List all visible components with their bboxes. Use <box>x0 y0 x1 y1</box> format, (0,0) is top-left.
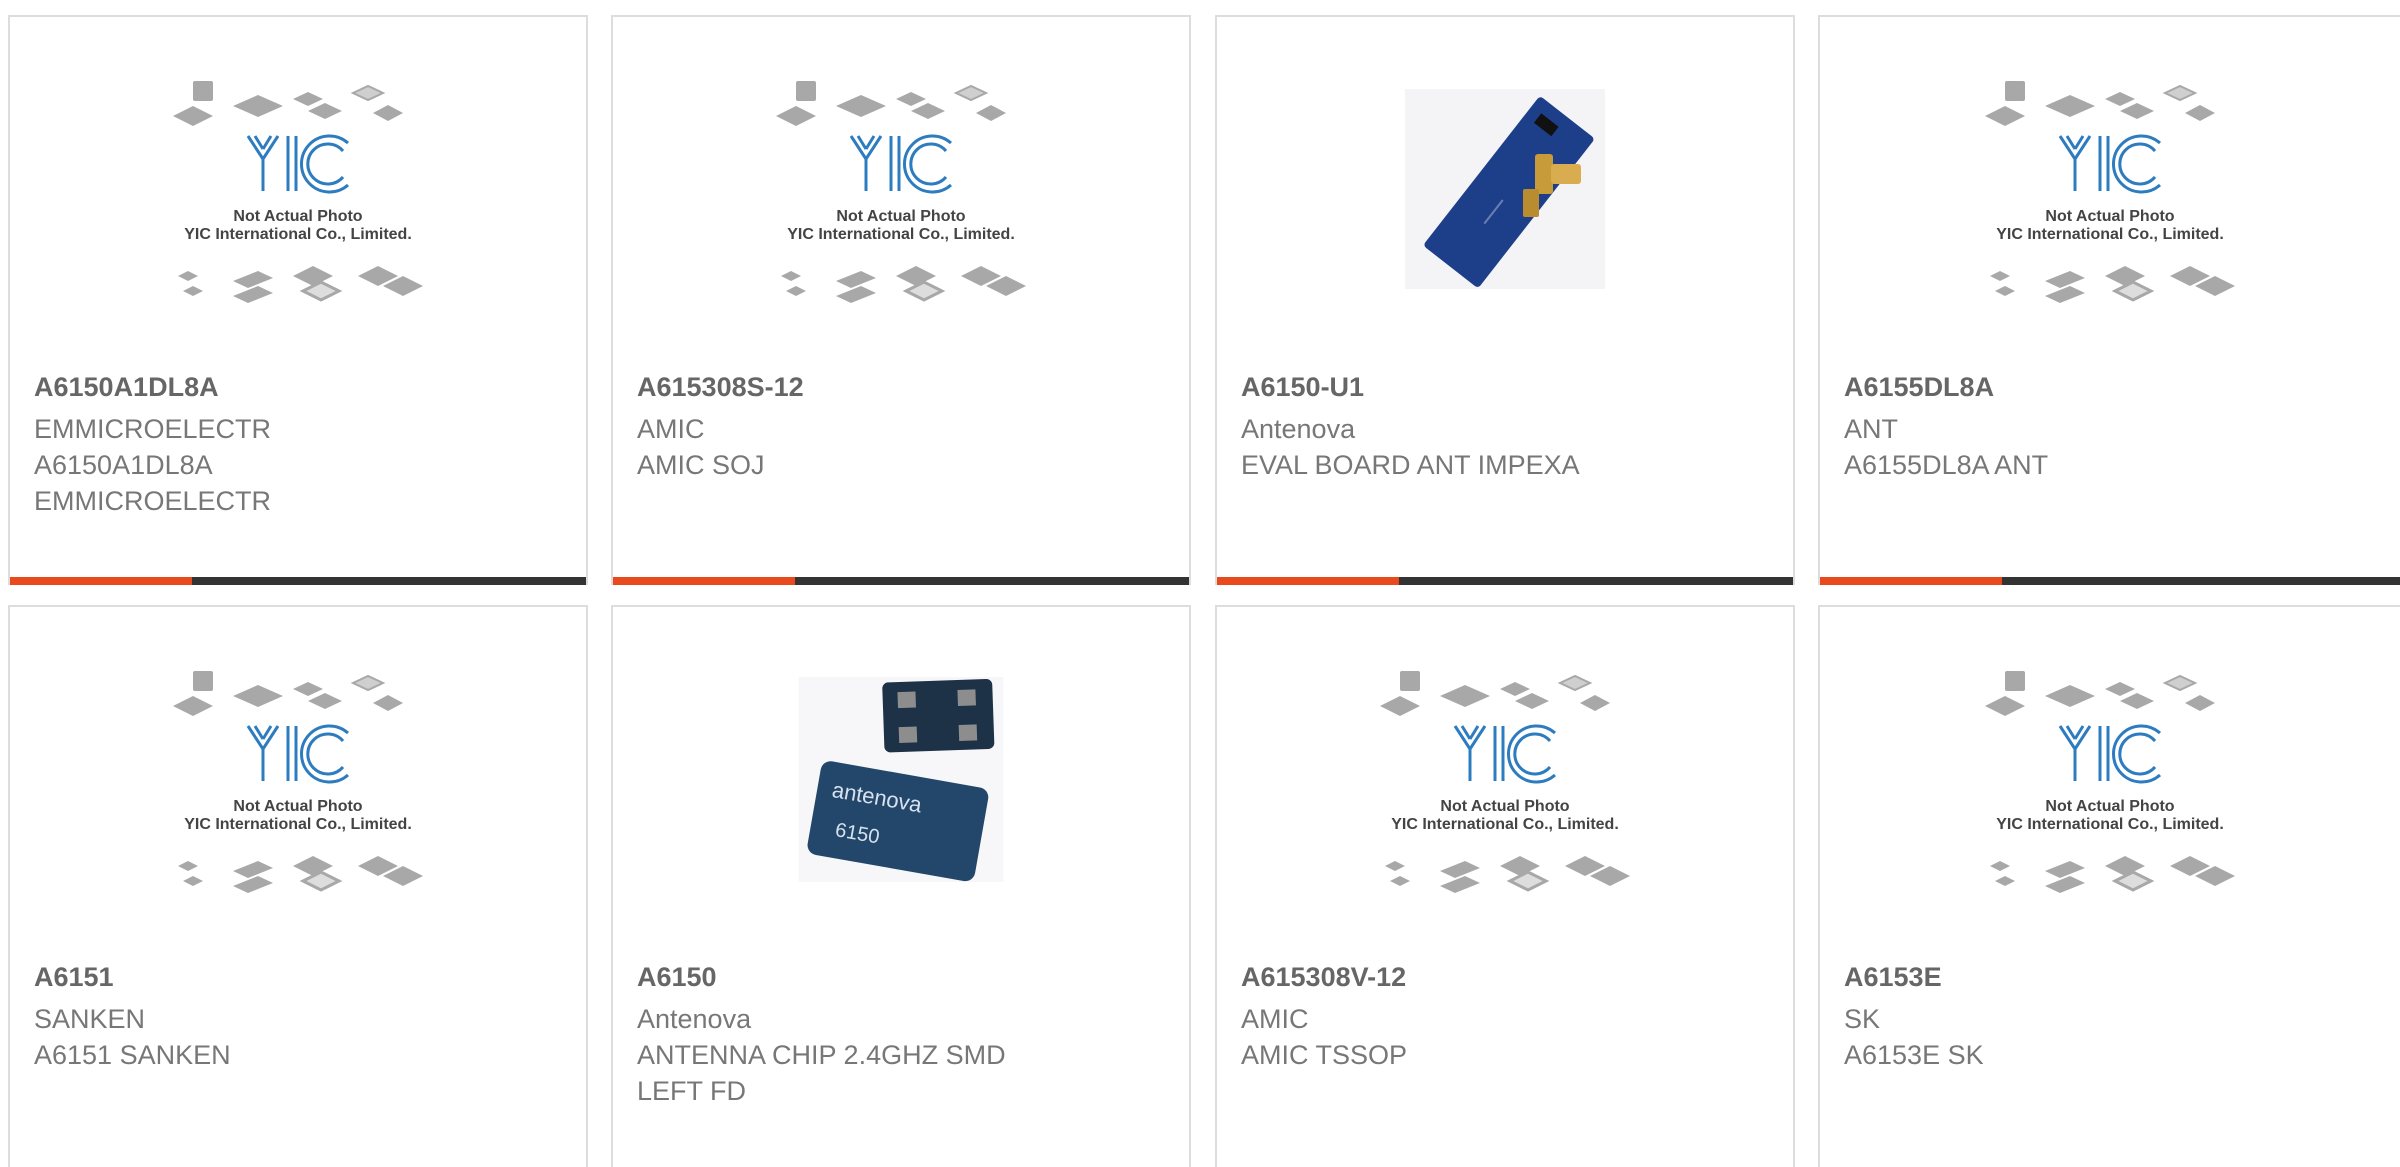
svg-text:Not Actual Photo: Not Actual Photo <box>2045 208 2174 225</box>
svg-text:YIC International Co., Limited: YIC International Co., Limited. <box>1996 226 2224 243</box>
placeholder-image: Not Actual Photo YIC International Co., … <box>1370 671 1640 901</box>
svg-text:Not Actual Photo: Not Actual Photo <box>1440 798 1569 815</box>
description: A6153E SK <box>1844 1040 1984 1070</box>
part-number[interactable]: A615308V-12 <box>1241 959 1406 995</box>
manufacturer: AMIC <box>637 414 705 444</box>
description: AMIC TSSOP <box>1241 1040 1408 1070</box>
placeholder-image: Not Actual Photo YIC International Co., … <box>1975 81 2245 311</box>
product-card[interactable]: Not Actual Photo YIC International Co., … <box>8 605 588 1167</box>
description: EVAL BOARD ANT IMPEXA <box>1241 450 1580 480</box>
description: A6151 SANKEN <box>34 1040 231 1070</box>
placeholder-image: Not Actual Photo YIC International Co., … <box>1975 671 2245 901</box>
description: LEFT FD <box>637 1076 747 1106</box>
part-number[interactable]: A6151 <box>34 959 114 995</box>
product-card[interactable]: Not Actual Photo YIC International Co., … <box>1818 605 2400 1167</box>
svg-text:Not Actual Photo: Not Actual Photo <box>836 208 965 225</box>
part-number[interactable]: A6150 <box>637 959 717 995</box>
manufacturer: Antenova <box>1241 414 1356 444</box>
placeholder-image: Not Actual Photo YIC International Co., … <box>163 671 433 901</box>
description: A6155DL8A ANT <box>1844 450 2049 480</box>
product-card[interactable]: Not Actual Photo YIC International Co., … <box>611 15 1191 585</box>
svg-text:Not Actual Photo: Not Actual Photo <box>2045 798 2174 815</box>
description: ANTENNA CHIP 2.4GHZ SMD <box>637 1040 1006 1070</box>
manufacturer: AMIC <box>1241 1004 1309 1034</box>
card-bar <box>1820 577 2400 585</box>
svg-text:YIC International Co., Limited: YIC International Co., Limited. <box>184 226 412 243</box>
description: EMMICROELECTR <box>34 486 272 516</box>
part-number[interactable]: A615308S-12 <box>637 369 804 405</box>
placeholder-image: Not Actual Photo YIC International Co., … <box>163 81 433 311</box>
svg-text:YIC International Co., Limited: YIC International Co., Limited. <box>787 226 1015 243</box>
manufacturer: Antenova <box>637 1004 752 1034</box>
part-number[interactable]: A6150-U1 <box>1241 369 1364 405</box>
card-bar <box>10 577 586 585</box>
manufacturer: ANT <box>1844 414 1898 444</box>
manufacturer: SANKEN <box>34 1004 146 1034</box>
product-card[interactable]: antenova 6150 A6150 Antenova ANTENNA CHI… <box>611 605 1191 1167</box>
placeholder-caption: Not Actual Photo <box>233 208 362 225</box>
part-number[interactable]: A6150A1DL8A <box>34 369 219 405</box>
part-number[interactable]: A6153E <box>1844 959 1942 995</box>
placeholder-image: Not Actual Photo YIC International Co., … <box>766 81 1036 311</box>
product-card[interactable]: Not Actual Photo YIC International Co., … <box>8 15 588 585</box>
svg-text:YIC International Co., Limited: YIC International Co., Limited. <box>1391 816 1619 833</box>
svg-text:YIC International Co., Limited: YIC International Co., Limited. <box>1996 816 2224 833</box>
description: AMIC SOJ <box>637 450 765 480</box>
chip-antenna-photo: antenova 6150 <box>798 677 1004 882</box>
card-bar <box>613 577 1189 585</box>
eval-board-photo <box>1405 89 1605 289</box>
manufacturer: SK <box>1844 1004 1881 1034</box>
manufacturer: EMMICROELECTR <box>34 414 272 444</box>
product-grid: Not Actual Photo YIC International Co., … <box>0 0 2400 1167</box>
card-bar <box>1217 577 1793 585</box>
svg-text:Not Actual Photo: Not Actual Photo <box>233 798 362 815</box>
product-card[interactable]: A6150-U1 Antenova EVAL BOARD ANT IMPEXA <box>1215 15 1795 585</box>
product-card[interactable]: Not Actual Photo YIC International Co., … <box>1818 15 2400 585</box>
part-number[interactable]: A6155DL8A <box>1844 369 1994 405</box>
description: A6150A1DL8A <box>34 450 213 480</box>
svg-text:YIC International Co., Limited: YIC International Co., Limited. <box>184 816 412 833</box>
product-card[interactable]: Not Actual Photo YIC International Co., … <box>1215 605 1795 1167</box>
